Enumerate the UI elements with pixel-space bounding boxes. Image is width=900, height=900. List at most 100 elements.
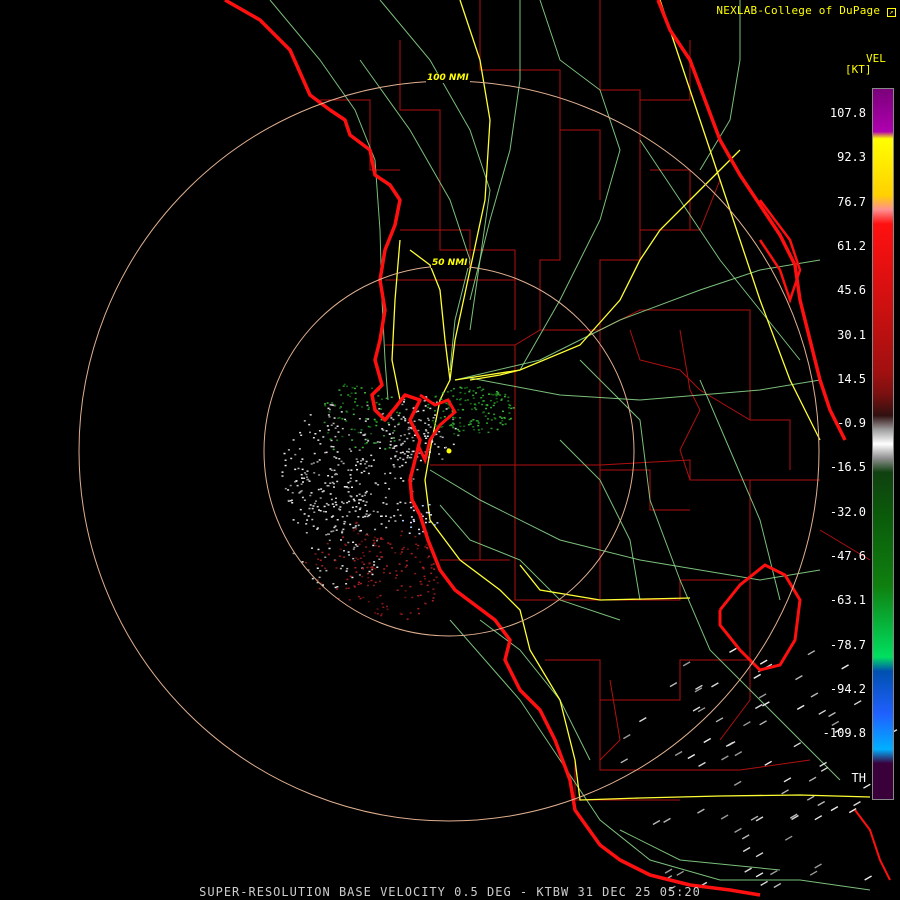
velocity-echo-green: [492, 394, 495, 396]
velocity-echo-streak: [841, 664, 849, 670]
velocity-echo-red: [366, 584, 369, 587]
velocity-echo-red: [428, 580, 431, 583]
velocity-echo-red: [432, 597, 435, 599]
velocity-echo-green: [508, 412, 511, 414]
velocity-echo-green: [345, 420, 348, 422]
road-line: [519, 0, 621, 371]
velocity-echo-gray: [362, 434, 365, 436]
velocity-echo-gray: [306, 470, 309, 472]
velocity-echo-gray: [307, 515, 310, 517]
velocity-echo-gray: [342, 528, 345, 531]
velocity-echo-red: [370, 569, 373, 572]
velocity-echo-green: [393, 440, 396, 442]
legend-tick-label: 107.8: [829, 106, 866, 120]
velocity-echo-gray: [402, 480, 405, 482]
velocity-echo-streak: [741, 834, 750, 840]
velocity-echo-streak: [669, 681, 678, 688]
velocity-echo-gray: [301, 468, 304, 471]
velocity-echo-gray: [399, 435, 402, 437]
velocity-echo-gray: [336, 473, 338, 476]
velocity-echo-red: [432, 563, 435, 565]
velocity-echo-red: [367, 576, 370, 579]
velocity-echo-gray: [333, 456, 336, 458]
velocity-echo-red: [372, 539, 375, 542]
velocity-echo-gray: [371, 573, 374, 576]
velocity-echo-gray: [303, 513, 306, 515]
velocity-echo-gray: [357, 516, 360, 518]
velocity-echo-gray: [331, 476, 334, 478]
velocity-echo-gray: [308, 480, 311, 482]
velocity-echo-red: [380, 537, 382, 539]
velocity-echo-gray: [313, 452, 316, 455]
velocity-echo-red: [418, 612, 420, 615]
velocity-echo-green: [352, 408, 355, 410]
velocity-echo-gray: [357, 524, 360, 527]
velocity-echo-gray: [452, 418, 455, 421]
velocity-echo-green: [352, 413, 355, 416]
road-line: [479, 619, 591, 761]
velocity-echo-gray: [341, 531, 344, 534]
velocity-echo-red: [355, 521, 358, 524]
velocity-echo-red: [371, 566, 374, 568]
velocity-echo-gray: [359, 431, 362, 434]
velocity-echo-gray: [364, 420, 367, 422]
velocity-echo-green: [475, 392, 477, 394]
velocity-echo-gray: [300, 461, 303, 463]
velocity-echo-green: [460, 398, 462, 400]
velocity-echo-gray: [424, 405, 427, 407]
velocity-echo-red: [433, 579, 435, 581]
velocity-echo-gray: [427, 456, 430, 458]
velocity-echo-gray: [324, 556, 327, 558]
velocity-echo-gray: [303, 420, 306, 422]
velocity-echo-green: [334, 404, 337, 406]
velocity-echo-gray: [441, 458, 444, 460]
velocity-echo-gray: [377, 484, 380, 486]
external-link-icon[interactable]: ↗: [887, 8, 896, 17]
velocity-echo-gray: [429, 407, 432, 410]
velocity-echo-gray: [378, 558, 381, 560]
velocity-echo-gray: [358, 502, 360, 504]
velocity-echo-streak: [753, 673, 762, 680]
velocity-echo-gray: [335, 497, 337, 499]
velocity-echo-gray: [352, 541, 355, 543]
velocity-echo-green: [466, 386, 468, 389]
velocity-echo-gray: [333, 505, 335, 508]
velocity-echo-gray: [410, 526, 413, 528]
velocity-echo-gray: [349, 480, 352, 483]
velocity-echo-gray: [318, 459, 321, 461]
velocity-echo-gray: [330, 516, 333, 518]
velocity-echo-gray: [316, 567, 319, 569]
velocity-echo-green: [482, 400, 485, 402]
velocity-echo-gray: [335, 504, 338, 506]
velocity-echo-gray: [351, 506, 354, 509]
velocity-echo-green: [507, 396, 510, 399]
velocity-echo-green: [332, 448, 335, 451]
velocity-echo-red: [391, 547, 393, 549]
velocity-echo-gray: [395, 445, 398, 447]
velocity-echo-streak: [623, 734, 631, 740]
velocity-echo-gray: [404, 461, 407, 464]
velocity-echo-gray: [437, 446, 440, 448]
velocity-echo-gray: [425, 511, 428, 514]
velocity-echo-red: [404, 566, 407, 568]
radar-display: NEXLAB-College of DuPage ↗ VEL [KT] 107.…: [0, 0, 900, 900]
velocity-echo-gray: [353, 500, 356, 502]
velocity-echo-gray: [348, 511, 351, 513]
velocity-echo-gray: [430, 514, 432, 516]
velocity-echo-gray: [330, 445, 333, 448]
velocity-echo-streak: [864, 875, 872, 881]
velocity-echo-gray: [309, 494, 312, 497]
velocity-echo-gray: [384, 496, 387, 499]
velocity-echo-green: [482, 411, 485, 414]
county-line: [600, 469, 690, 511]
velocity-echo-gray: [301, 458, 304, 460]
velocity-echo-gray: [348, 554, 351, 556]
legend-tick-label: -0.9: [837, 416, 866, 431]
velocity-echo-gray: [428, 521, 431, 523]
velocity-echo-red: [435, 576, 438, 578]
velocity-echo-streak: [758, 693, 767, 699]
velocity-echo-red: [376, 608, 379, 610]
velocity-echo-green: [475, 420, 478, 422]
velocity-echo-green: [473, 429, 476, 431]
velocity-echo-green: [504, 393, 507, 396]
